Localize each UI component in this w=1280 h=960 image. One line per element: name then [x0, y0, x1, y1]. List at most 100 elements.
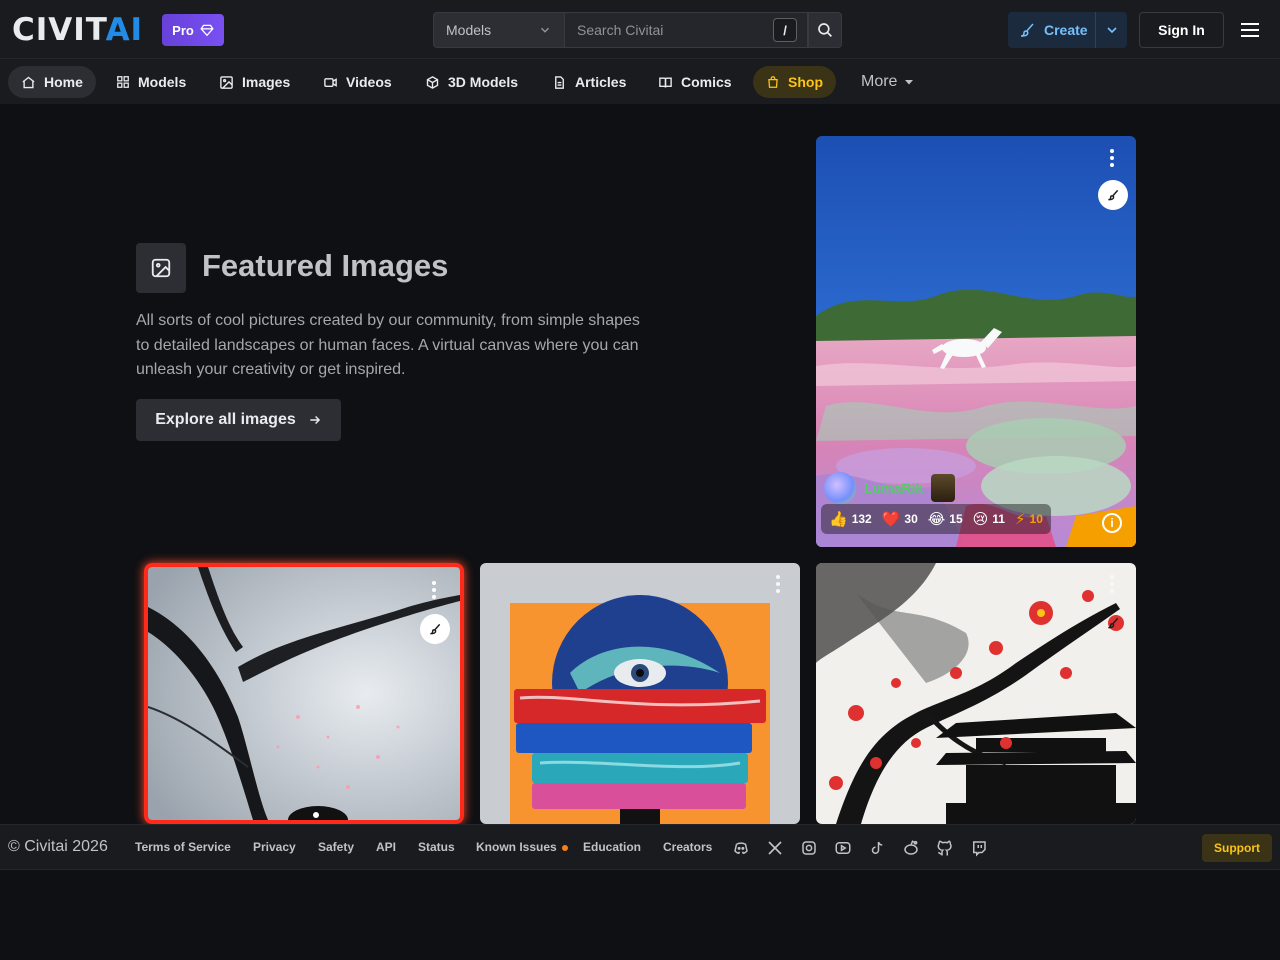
- cube-icon: [426, 75, 439, 89]
- twitch-icon[interactable]: [968, 837, 990, 859]
- support-label: Support: [1214, 841, 1260, 855]
- heart-icon: ❤️: [881, 511, 901, 528]
- nav-item-videos[interactable]: Videos: [310, 66, 405, 98]
- author-badge: [931, 474, 956, 502]
- reaction-cry[interactable]: 😢 11: [973, 510, 1005, 528]
- grid-icon: [117, 76, 129, 88]
- brush-icon: [430, 623, 441, 635]
- thumbs-up-icon: 👍: [829, 511, 848, 528]
- book-icon: [659, 76, 672, 88]
- search-placeholder: Search Civitai: [577, 22, 664, 38]
- menu-button[interactable]: [1238, 18, 1262, 42]
- featured-title: Featured Images: [202, 248, 449, 283]
- footer-link-safety[interactable]: Safety: [318, 840, 354, 854]
- explore-label: Explore all images: [155, 411, 296, 428]
- image-card-blossom[interactable]: [816, 563, 1136, 824]
- nav-more-menu[interactable]: More: [861, 73, 915, 91]
- civitai-logo[interactable]: CIVITAI: [12, 14, 143, 46]
- file-text-icon: [555, 75, 564, 89]
- search-input[interactable]: Search Civitai /: [564, 12, 808, 48]
- image-card-featured[interactable]: LumaRik 👍 132 ❤️ 30 😂 15 😢 11 ⚡ 10 i: [816, 136, 1136, 547]
- nav-item-comics[interactable]: Comics: [645, 66, 745, 98]
- support-button[interactable]: Support: [1202, 834, 1272, 862]
- chevron-down-icon: [1106, 27, 1117, 34]
- reaction-count: 30: [904, 512, 918, 526]
- image-card-sphere[interactable]: [480, 563, 800, 824]
- nav-item-home[interactable]: Home: [8, 66, 96, 98]
- pro-button[interactable]: Pro: [162, 14, 224, 46]
- nav-item-3d-models[interactable]: 3D Models: [412, 66, 531, 98]
- footer-link-creators[interactable]: Creators: [663, 840, 712, 854]
- reaction-like[interactable]: 👍 132: [829, 510, 872, 528]
- arrow-right-icon: [310, 415, 320, 425]
- discord-icon[interactable]: [730, 837, 752, 859]
- card-options-icon[interactable]: [1108, 575, 1116, 597]
- known-issues-label: Known Issues: [476, 840, 557, 854]
- youtube-icon[interactable]: [832, 837, 854, 859]
- featured-images-icon-box: [136, 243, 186, 293]
- footer-link-terms[interactable]: Terms of Service: [135, 840, 231, 854]
- laugh-icon: 😂: [927, 511, 946, 528]
- logo-text-main: CIVIT: [12, 12, 106, 48]
- search-category-select[interactable]: Models: [433, 12, 564, 48]
- info-icon[interactable]: i: [1102, 513, 1122, 533]
- cry-icon: 😢: [972, 511, 989, 528]
- footer-link-education[interactable]: Education: [583, 840, 641, 854]
- x-twitter-icon[interactable]: [764, 837, 786, 859]
- caret-down-icon: [905, 80, 914, 85]
- nav-label: Images: [242, 74, 291, 90]
- reaction-buzz[interactable]: ⚡ 10: [1015, 510, 1043, 528]
- shopping-bag-icon: [768, 76, 778, 88]
- brush-icon: [1108, 189, 1119, 201]
- sign-in-button[interactable]: Sign In: [1139, 12, 1224, 48]
- nav-item-models[interactable]: Models: [103, 66, 199, 98]
- footer: © Civitai 2026 Terms of Service Privacy …: [0, 824, 1280, 870]
- tiktok-icon[interactable]: [866, 837, 888, 859]
- status-dot: [561, 844, 568, 851]
- logo-text-accent: AI: [105, 12, 144, 48]
- brush-icon: [1108, 617, 1119, 629]
- reaction-laugh[interactable]: 😂 15: [928, 510, 963, 528]
- nav-label: 3D Models: [448, 74, 519, 90]
- pro-label: Pro: [172, 22, 194, 38]
- card-options-icon[interactable]: [774, 575, 782, 597]
- github-icon[interactable]: [934, 837, 956, 859]
- search-button[interactable]: [808, 12, 842, 48]
- reddit-icon[interactable]: [900, 837, 922, 859]
- create-button[interactable]: Create: [1008, 12, 1127, 48]
- image-card-bird[interactable]: [144, 563, 464, 824]
- card-image: [148, 567, 460, 820]
- create-label: Create: [1044, 22, 1088, 38]
- card-author[interactable]: LumaRik: [824, 472, 956, 504]
- author-username: LumaRik: [864, 480, 924, 496]
- card-image: [816, 563, 1136, 824]
- footer-link-api[interactable]: API: [376, 840, 396, 854]
- search-shortcut-key: /: [773, 18, 797, 42]
- home-icon: [22, 76, 35, 88]
- nav-label: Shop: [788, 74, 823, 90]
- search-icon: [818, 23, 832, 37]
- footer-link-known-issues[interactable]: Known Issues: [476, 840, 568, 854]
- footer-link-status[interactable]: Status: [418, 840, 455, 854]
- remix-button[interactable]: [1098, 608, 1128, 638]
- nav-label: Videos: [346, 74, 392, 90]
- nav-item-articles[interactable]: Articles: [539, 66, 639, 98]
- video-icon: [324, 77, 337, 87]
- remix-button[interactable]: [1098, 180, 1128, 210]
- nav-more-label: More: [861, 73, 898, 90]
- reaction-count: 15: [949, 512, 963, 526]
- avatar: [824, 472, 856, 504]
- nav-item-shop[interactable]: Shop: [753, 66, 836, 98]
- reaction-count: 132: [851, 512, 872, 526]
- explore-all-images-button[interactable]: Explore all images: [136, 399, 341, 441]
- create-menu-toggle[interactable]: [1096, 22, 1127, 38]
- footer-link-privacy[interactable]: Privacy: [253, 840, 296, 854]
- card-options-icon[interactable]: [430, 581, 438, 603]
- reaction-heart[interactable]: ❤️ 30: [882, 510, 918, 528]
- remix-button[interactable]: [420, 614, 450, 644]
- search-category-value: Models: [446, 22, 492, 38]
- card-options-icon[interactable]: [1108, 149, 1116, 171]
- copyright: © Civitai 2026: [8, 838, 108, 855]
- nav-item-images[interactable]: Images: [206, 66, 303, 98]
- instagram-icon[interactable]: [798, 837, 820, 859]
